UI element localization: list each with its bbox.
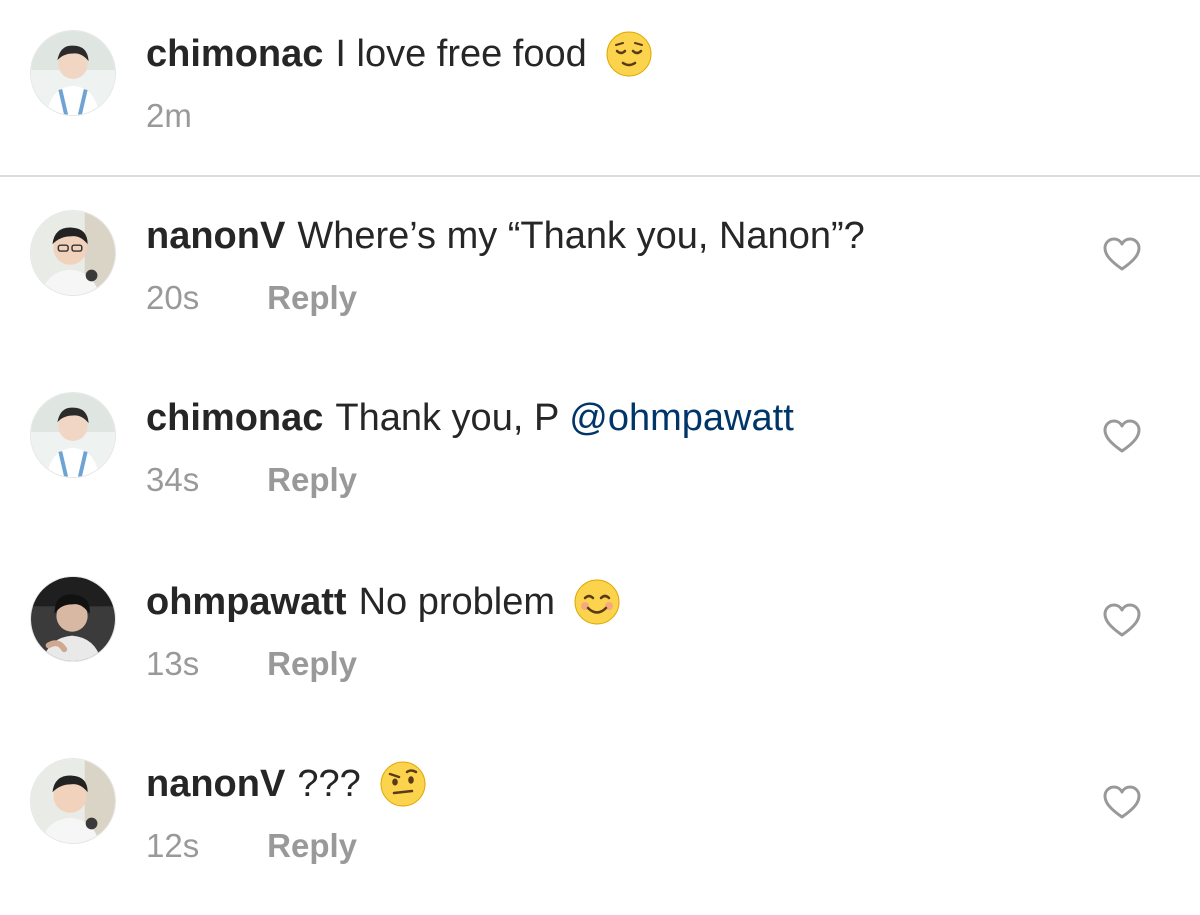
username[interactable]: chimonac [146, 30, 323, 78]
reply-button[interactable]: Reply [267, 827, 357, 864]
comment-line: nanonV ??? [146, 760, 427, 808]
mention-link[interactable]: @ohmpawatt [569, 394, 793, 442]
caption-text: I love free food [335, 33, 587, 75]
comment-line: nanonV Where’s my “Thank you, Nanon”? [146, 212, 865, 260]
comment-line: ohmpawatt No problem [146, 578, 621, 626]
timestamp: 13s [146, 645, 200, 682]
caption-line: chimonac I love free food [146, 30, 653, 78]
comment-text: No problem [358, 581, 555, 623]
heart-icon[interactable] [1101, 416, 1143, 458]
avatar[interactable] [30, 392, 116, 478]
avatar[interactable] [30, 210, 116, 296]
comment-meta: 20s Reply [146, 278, 357, 318]
username[interactable]: nanonV [146, 212, 285, 260]
comment-line: chimonac Thank you, P @ohmpawatt [146, 394, 794, 442]
username[interactable]: chimonac [146, 394, 323, 442]
comment-meta: 13s Reply [146, 644, 357, 684]
timestamp: 12s [146, 827, 200, 864]
raised-eyebrow-emoji [379, 760, 427, 808]
heart-icon[interactable] [1101, 600, 1143, 642]
username[interactable]: nanonV [146, 760, 285, 808]
reply-button[interactable]: Reply [267, 279, 357, 316]
timestamp: 34s [146, 461, 200, 498]
avatar[interactable] [30, 30, 116, 116]
comment-meta: 34s Reply [146, 460, 357, 500]
timestamp: 2m [146, 97, 192, 134]
avatar[interactable] [30, 758, 116, 844]
comment-text: ??? [297, 763, 361, 805]
reply-button[interactable]: Reply [267, 461, 357, 498]
comment-row: nanonV Where’s my “Thank you, Nanon”? 20… [0, 176, 1200, 326]
caption-meta: 2m [146, 96, 258, 136]
caption-comment: chimonac I love free food 2m [0, 0, 1200, 176]
relieved-face-emoji [605, 30, 653, 78]
smiling-face-emoji [573, 578, 621, 626]
comment-text: Where’s my “Thank you, Nanon”? [297, 215, 865, 257]
reply-button[interactable]: Reply [267, 645, 357, 682]
comment-row: ohmpawatt No problem 13s Reply [0, 542, 1200, 692]
comment-row: chimonac Thank you, P @ohmpawatt 34s Rep… [0, 358, 1200, 508]
timestamp: 20s [146, 279, 200, 316]
comment-row: nanonV ??? 12s Reply [0, 724, 1200, 874]
comment-text: Thank you, P [335, 397, 560, 439]
heart-icon[interactable] [1101, 782, 1143, 824]
comment-meta: 12s Reply [146, 826, 357, 866]
username[interactable]: ohmpawatt [146, 578, 347, 626]
heart-icon[interactable] [1101, 234, 1143, 276]
avatar[interactable] [30, 576, 116, 662]
